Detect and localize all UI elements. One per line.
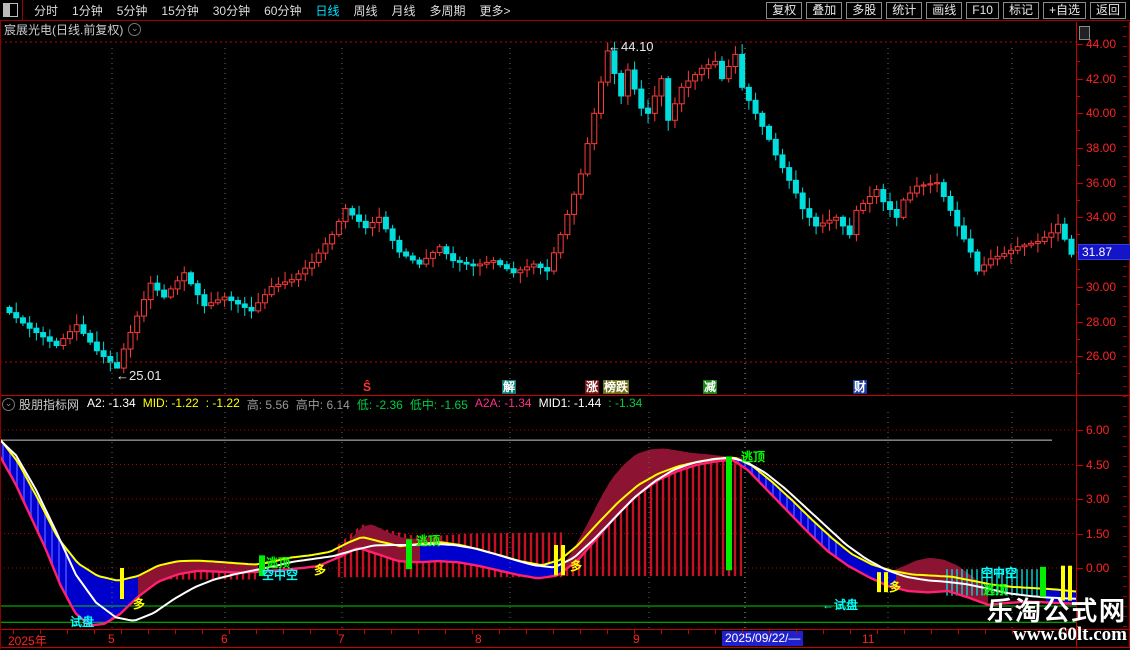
indicator-field-3: 高: 5.56 [247, 396, 289, 413]
title-bar: 宸展光电(日线.前复权) ⌄ [0, 21, 1076, 38]
chevron-down-icon[interactable]: ⌄ [2, 398, 15, 411]
event-marker-4[interactable]: 减 [703, 380, 717, 394]
high-annotation: ←44.10 [608, 39, 654, 54]
menu-item-0[interactable]: 分时 [27, 2, 65, 19]
indicator-annotation: 多 [570, 558, 582, 573]
chevron-down-icon[interactable]: ⌄ [128, 23, 141, 36]
low-annotation: ←25.01 [116, 368, 162, 383]
time-axis-label: 6 [221, 632, 228, 646]
left-border [0, 21, 1, 649]
indicator-annotation: 逃顶 [983, 582, 1007, 597]
toolbar-button-8[interactable]: 返回 [1090, 2, 1126, 19]
indicator-header: ⌄ 股朋指标网 A2: -1.34 MID: -1.22 : -1.22 高: 5.5… [0, 397, 1076, 411]
menu-item-7[interactable]: 周线 [346, 2, 384, 19]
event-marker-0[interactable]: Ŝ [362, 380, 372, 394]
indicator-field-5: 低: -2.36 [357, 396, 403, 413]
toolbar-button-1[interactable]: 叠加 [806, 2, 842, 19]
time-axis-label: 11 [862, 632, 874, 646]
indicator-annotation: 逃顶 [741, 449, 765, 464]
menu-item-3[interactable]: 15分钟 [154, 2, 205, 19]
indicator-annotation: 空中空 [262, 567, 298, 582]
menu-item-4[interactable]: 30分钟 [206, 2, 257, 19]
indicator-annotation: 空中空 [981, 565, 1017, 580]
indicator-annotation: 多 [314, 562, 326, 577]
window-icon[interactable] [1079, 26, 1090, 40]
menu-item-10[interactable]: 更多> [473, 2, 518, 19]
time-axis-label: 2025年 [8, 632, 47, 649]
indicator-line-white [0, 440, 1076, 620]
toolbar-button-5[interactable]: F10 [966, 2, 999, 19]
indicator-field-1: MID: -1.22 [143, 396, 199, 413]
last-price-badge: 31.87 [1078, 244, 1130, 260]
menu-item-8[interactable]: 月线 [385, 2, 423, 19]
indicator-chart[interactable]: 试盘多逃顶空中空多逃顶多逃顶←试盘多空中空逃顶 [0, 412, 1076, 628]
toolbar-button-4[interactable]: 画线 [926, 2, 962, 19]
indicator-name: 股朋指标网 [19, 396, 79, 413]
trading-app-window: { "toolbar": { "menu": [ {"label":"分时","… [0, 0, 1130, 650]
toolbar-buttons: 复权叠加多股统计画线F10标记+自选返回 [766, 2, 1130, 19]
menu-item-9[interactable]: 多周期 [423, 2, 473, 19]
time-axis-label: 7 [338, 632, 345, 646]
toolbar-button-0[interactable]: 复权 [766, 2, 802, 19]
time-axis: 2025/09/22/— 2025年 5 6 7 8 9 11 [0, 629, 1130, 648]
event-marker-2[interactable]: 涨 [585, 380, 599, 394]
indicator-annotation: 试盘 [70, 614, 94, 628]
right-scale-ruler[interactable] [1122, 22, 1130, 648]
event-marker-3[interactable]: 榜跌 [603, 380, 629, 394]
time-axis-label: 8 [475, 632, 482, 646]
indicator-field-9: : -1.34 [608, 396, 642, 413]
event-marker-5[interactable]: 财 [853, 380, 867, 394]
watermark-url: www.60lt.com [987, 625, 1127, 645]
menu-item-2[interactable]: 5分钟 [110, 2, 155, 19]
stock-title: 宸展光电(日线.前复权) [4, 21, 123, 38]
event-marker-1[interactable]: 解 [502, 380, 516, 394]
indicator-annotation: 逃顶 [416, 533, 440, 548]
indicator-annotation: 多 [889, 579, 901, 594]
top-toolbar: 分时1分钟5分钟15分钟30分钟60分钟日线周线月线多周期更多> 复权叠加多股统… [0, 0, 1130, 21]
indicator-values: A2: -1.34 MID: -1.22 : -1.22 高: 5.56 高中: 6.1… [87, 396, 649, 413]
toolbar-button-3[interactable]: 统计 [886, 2, 922, 19]
indicator-region-stripe-blue [0, 439, 70, 603]
menu-item-1[interactable]: 1分钟 [65, 2, 110, 19]
indicator-field-2: : -1.22 [206, 396, 240, 413]
menu-item-6[interactable]: 日线 [308, 2, 346, 19]
indicator-annotation: 多 [133, 596, 145, 611]
axis-border [1076, 22, 1077, 648]
watermark-site-name: 乐淘公式网 [987, 598, 1127, 625]
layout-panel-icon[interactable] [3, 3, 18, 17]
menu-item-5[interactable]: 60分钟 [257, 2, 308, 19]
period-menu: 分时1分钟5分钟15分钟30分钟60分钟日线周线月线多周期更多> [27, 2, 518, 19]
indicator-field-4: 高中: 6.14 [296, 396, 350, 413]
toolbar-button-6[interactable]: 标记 [1003, 2, 1039, 19]
indicator-annotation: ←试盘 [822, 597, 858, 612]
indicator-field-6: 低中: -1.65 [410, 396, 468, 413]
selected-date-badge[interactable]: 2025/09/22/— [722, 631, 803, 646]
indicator-field-7: A2A: -1.34 [475, 396, 532, 413]
indicator-field-0: A2: -1.34 [87, 396, 136, 413]
main-candlestick-chart[interactable]: ←44.10 ←25.01 [0, 38, 1076, 395]
toolbar-button-2[interactable]: 多股 [846, 2, 882, 19]
toolbar-button-7[interactable]: +自选 [1043, 2, 1086, 19]
indicator-field-8: MID1: -1.44 [539, 396, 602, 413]
time-axis-label: 9 [633, 632, 640, 646]
time-axis-label: 5 [108, 632, 115, 646]
watermark: 乐淘公式网 www.60lt.com [987, 598, 1127, 645]
toolbar-divider [22, 0, 23, 20]
